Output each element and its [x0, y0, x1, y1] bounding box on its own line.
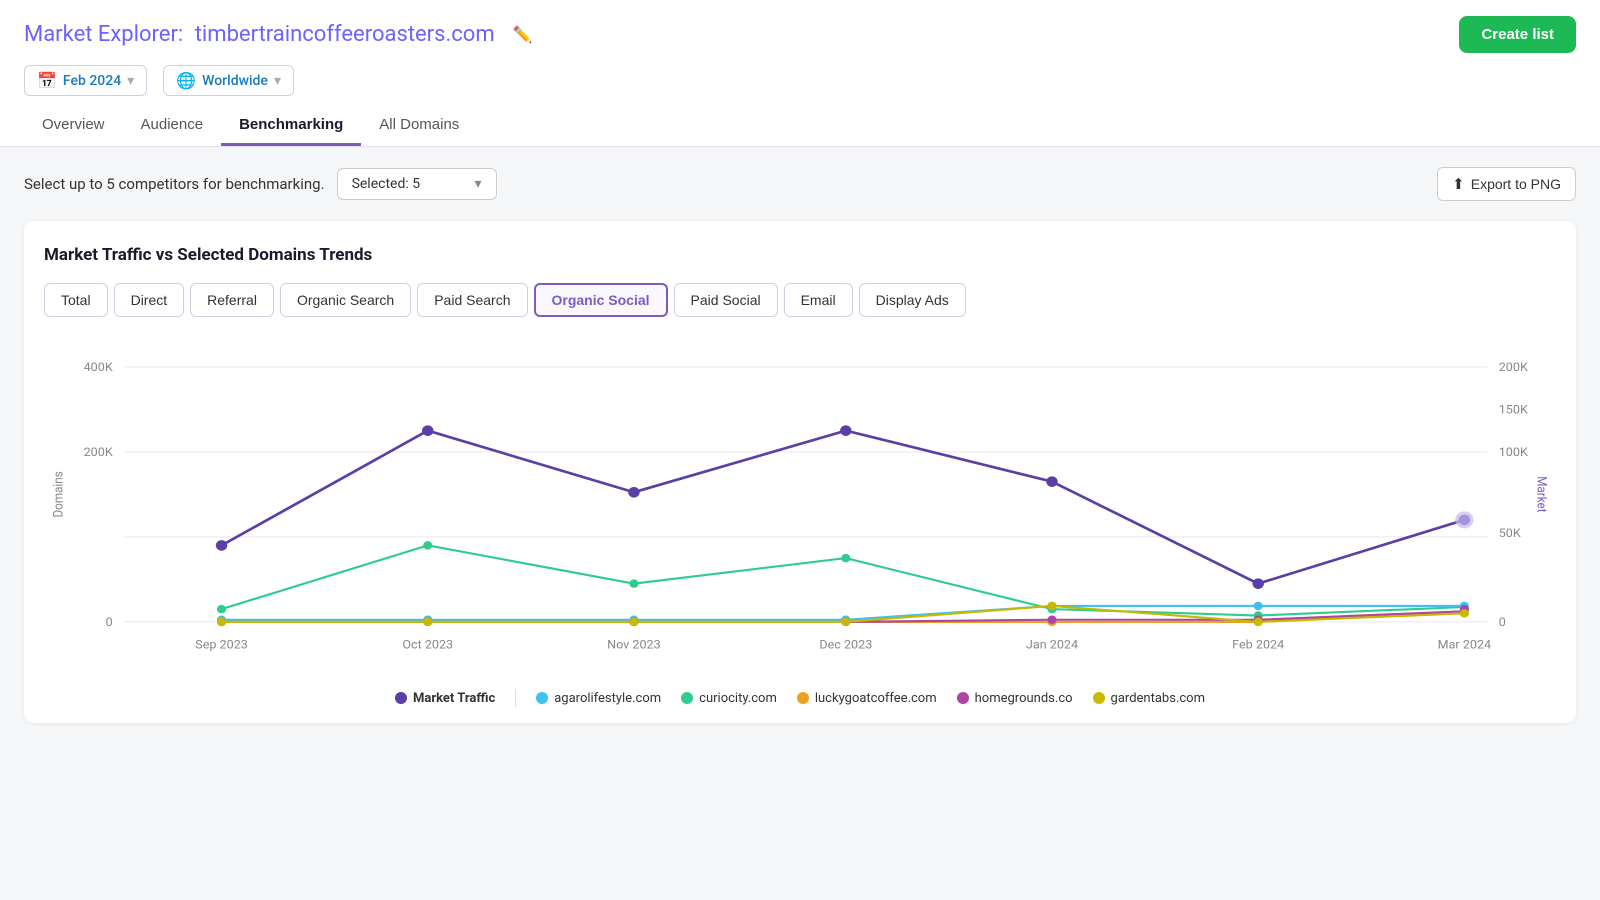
filter-total[interactable]: Total	[44, 283, 108, 317]
page-header: Market Explorer: timbertraincoffeeroaste…	[0, 0, 1600, 147]
legend-label-agaro: agarolifestyle.com	[554, 691, 661, 706]
filter-display-ads[interactable]: Display Ads	[859, 283, 966, 317]
filter-organic-social[interactable]: Organic Social	[534, 283, 668, 317]
export-icon: ⬆	[1452, 175, 1465, 193]
benchmarking-hint: Select up to 5 competitors for benchmark…	[24, 175, 325, 193]
chart-title: Market Traffic vs Selected Domains Trend…	[44, 245, 1556, 265]
tab-overview[interactable]: Overview	[24, 106, 123, 146]
legend-gardentabs: gardentabs.com	[1093, 691, 1205, 706]
legend-dot-agaro	[536, 692, 548, 704]
legend-dot-luckygoat	[797, 692, 809, 704]
filters-row: 📅 Feb 2024 ▾ 🌐 Worldwide ▾	[24, 65, 1576, 96]
svg-text:Jan 2024: Jan 2024	[1026, 638, 1078, 651]
legend-label-market: Market Traffic	[413, 691, 495, 706]
legend-dot-market	[395, 692, 407, 704]
svg-text:0: 0	[1499, 616, 1506, 629]
chart-card: Market Traffic vs Selected Domains Trend…	[24, 221, 1576, 723]
chart-svg: 400K 200K 0 200K 150K 100K 50K 0 Domains…	[44, 335, 1556, 675]
tab-benchmarking[interactable]: Benchmarking	[221, 106, 361, 146]
calendar-icon: 📅	[37, 71, 57, 90]
globe-icon: 🌐	[176, 71, 196, 90]
legend-label-gardentabs: gardentabs.com	[1111, 691, 1205, 706]
svg-text:400K: 400K	[84, 361, 114, 374]
export-label: Export to PNG	[1471, 176, 1561, 192]
svg-text:Sep 2023: Sep 2023	[195, 638, 248, 651]
tab-audience[interactable]: Audience	[123, 106, 222, 146]
page-title: Market Explorer: timbertraincoffeeroaste…	[24, 22, 495, 47]
selected-dropdown[interactable]: Selected: 5 ▾	[337, 168, 497, 200]
selected-count-label: Selected: 5	[352, 176, 421, 192]
main-content: Select up to 5 competitors for benchmark…	[0, 147, 1600, 743]
dropdown-chevron-icon: ▾	[475, 176, 482, 192]
nav-tabs: Overview Audience Benchmarking All Domai…	[24, 106, 1576, 146]
export-button[interactable]: ⬆ Export to PNG	[1437, 167, 1576, 201]
filter-paid-search[interactable]: Paid Search	[417, 283, 527, 317]
svg-text:Oct 2023: Oct 2023	[402, 638, 453, 651]
legend-agarolifestyle: agarolifestyle.com	[536, 691, 661, 706]
legend-dot-curiocity	[681, 692, 693, 704]
svg-text:0: 0	[106, 616, 113, 629]
chart-area: 400K 200K 0 200K 150K 100K 50K 0 Domains…	[44, 335, 1556, 675]
legend-luckygoat: luckygoatcoffee.com	[797, 691, 937, 706]
svg-text:Nov 2023: Nov 2023	[607, 638, 661, 651]
legend-label-curiocity: curiocity.com	[699, 691, 777, 706]
filter-direct[interactable]: Direct	[114, 283, 185, 317]
legend-label-luckygoat: luckygoatcoffee.com	[815, 691, 937, 706]
svg-text:50K: 50K	[1499, 526, 1521, 539]
location-filter-chip[interactable]: 🌐 Worldwide ▾	[163, 65, 294, 96]
legend-label-homegrounds: homegrounds.co	[975, 691, 1073, 706]
svg-text:Domains: Domains	[51, 471, 66, 517]
svg-text:100K: 100K	[1499, 446, 1529, 459]
filter-email[interactable]: Email	[784, 283, 853, 317]
create-list-button[interactable]: Create list	[1459, 16, 1576, 53]
legend-homegrounds: homegrounds.co	[957, 691, 1073, 706]
date-filter-label: Feb 2024	[63, 73, 121, 89]
legend-dot-gardentabs	[1093, 692, 1105, 704]
date-filter-chip[interactable]: 📅 Feb 2024 ▾	[24, 65, 147, 96]
legend-market-traffic: Market Traffic	[395, 691, 495, 706]
title-prefix: Market Explorer:	[24, 22, 183, 47]
header-top-row: Market Explorer: timbertraincoffeeroaste…	[24, 16, 1576, 53]
filter-referral[interactable]: Referral	[190, 283, 274, 317]
svg-text:Dec 2023: Dec 2023	[819, 638, 872, 651]
svg-text:Feb 2024: Feb 2024	[1232, 638, 1284, 651]
title-domain: timbertraincoffeeroasters.com	[195, 22, 495, 47]
svg-text:200K: 200K	[84, 446, 114, 459]
filter-paid-social[interactable]: Paid Social	[674, 283, 778, 317]
edit-icon[interactable]: ✏️	[513, 25, 533, 44]
location-filter-label: Worldwide	[202, 73, 268, 89]
svg-text:200K: 200K	[1499, 361, 1529, 374]
filter-organic-search[interactable]: Organic Search	[280, 283, 411, 317]
legend-curiocity: curiocity.com	[681, 691, 777, 706]
legend-divider	[515, 689, 516, 707]
tab-all-domains[interactable]: All Domains	[361, 106, 477, 146]
chart-legend: Market Traffic agarolifestyle.com curioc…	[44, 689, 1556, 707]
svg-text:Mar 2024: Mar 2024	[1438, 638, 1492, 651]
svg-text:150K: 150K	[1499, 403, 1529, 416]
legend-dot-homegrounds	[957, 692, 969, 704]
date-chevron-icon: ▾	[127, 73, 134, 89]
traffic-filters: Total Direct Referral Organic Search Pai…	[44, 283, 1556, 317]
benchmarking-controls: Select up to 5 competitors for benchmark…	[24, 167, 1576, 201]
location-chevron-icon: ▾	[274, 73, 281, 89]
svg-text:Market: Market	[1535, 476, 1550, 512]
